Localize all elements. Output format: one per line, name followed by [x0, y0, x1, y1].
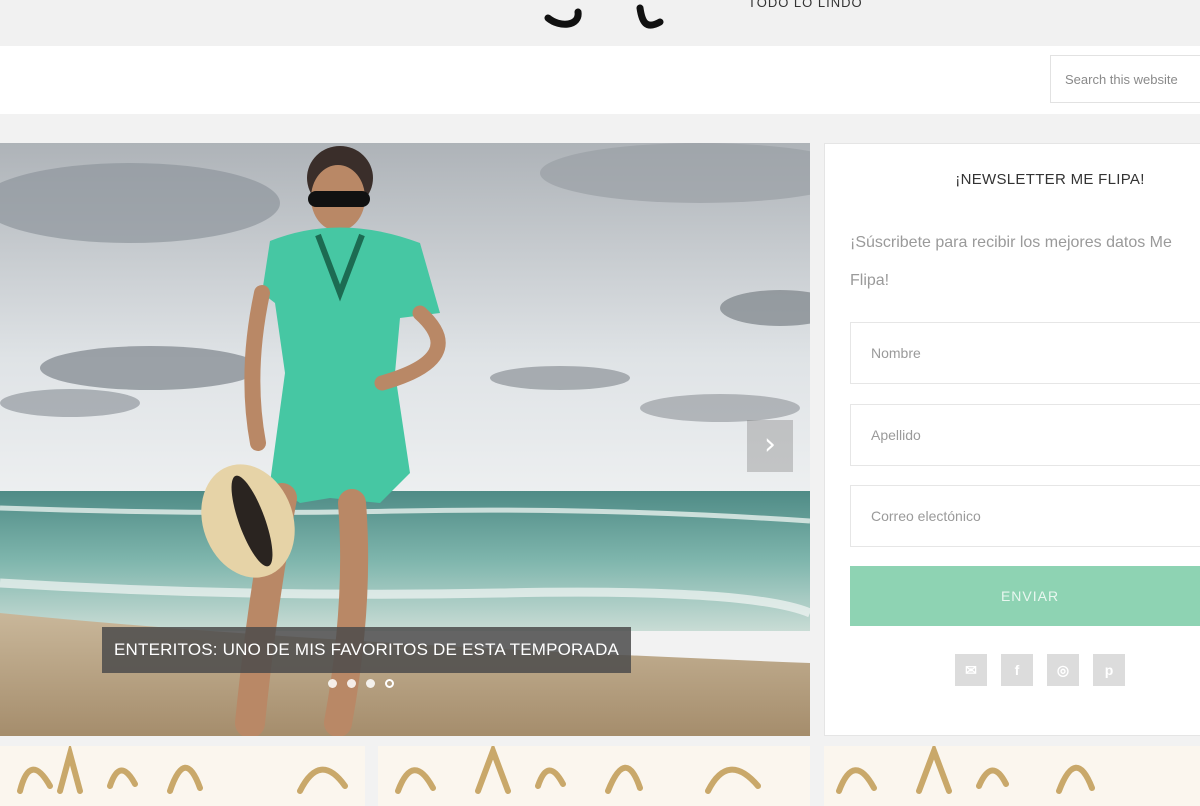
post-thumbnail[interactable] — [0, 746, 365, 806]
email-icon[interactable]: ✉ — [955, 654, 987, 686]
email-field[interactable] — [850, 485, 1200, 547]
slider-dot-1[interactable] — [328, 679, 337, 688]
slider-dot-4[interactable] — [385, 679, 394, 688]
search-input[interactable] — [1050, 55, 1200, 103]
site-header: TODO LO LINDO — [0, 0, 1200, 46]
slider-pagination — [328, 679, 394, 691]
slider-next-button[interactable]: › — [747, 420, 793, 472]
newsletter-title: ¡NEWSLETTER ME FLIPA! — [955, 171, 1145, 188]
thumbnail-image — [17, 746, 348, 794]
thumbnail-image — [836, 746, 1095, 794]
last-name-field[interactable] — [850, 404, 1200, 466]
first-name-field[interactable] — [850, 322, 1200, 384]
social-links: ✉ f ◎ p — [955, 654, 1125, 686]
slider-dot-3[interactable] — [366, 679, 375, 688]
site-tagline: TODO LO LINDO — [748, 0, 863, 10]
slide-caption[interactable]: ENTERITOS: UNO DE MIS FAVORITOS DE ESTA … — [102, 627, 632, 673]
post-thumbnail[interactable] — [378, 746, 810, 806]
nav-bar — [0, 46, 1200, 114]
submit-button[interactable]: ENVIAR — [850, 566, 1200, 626]
facebook-icon[interactable]: f — [1001, 654, 1033, 686]
pinterest-icon[interactable]: p — [1093, 654, 1125, 686]
post-thumbnail[interactable] — [824, 746, 1200, 806]
chevron-right-icon: › — [764, 427, 776, 462]
thumbnail-image — [395, 746, 761, 794]
slider-dot-2[interactable] — [347, 679, 356, 688]
instagram-icon[interactable]: ◎ — [1047, 654, 1079, 686]
me-flipa-logo[interactable] — [520, 0, 720, 38]
newsletter-description: ¡Súscribete para recibir los mejores dat… — [850, 234, 1172, 289]
newsletter-widget: ¡NEWSLETTER ME FLIPA! ¡Súscribete para r… — [824, 143, 1200, 736]
